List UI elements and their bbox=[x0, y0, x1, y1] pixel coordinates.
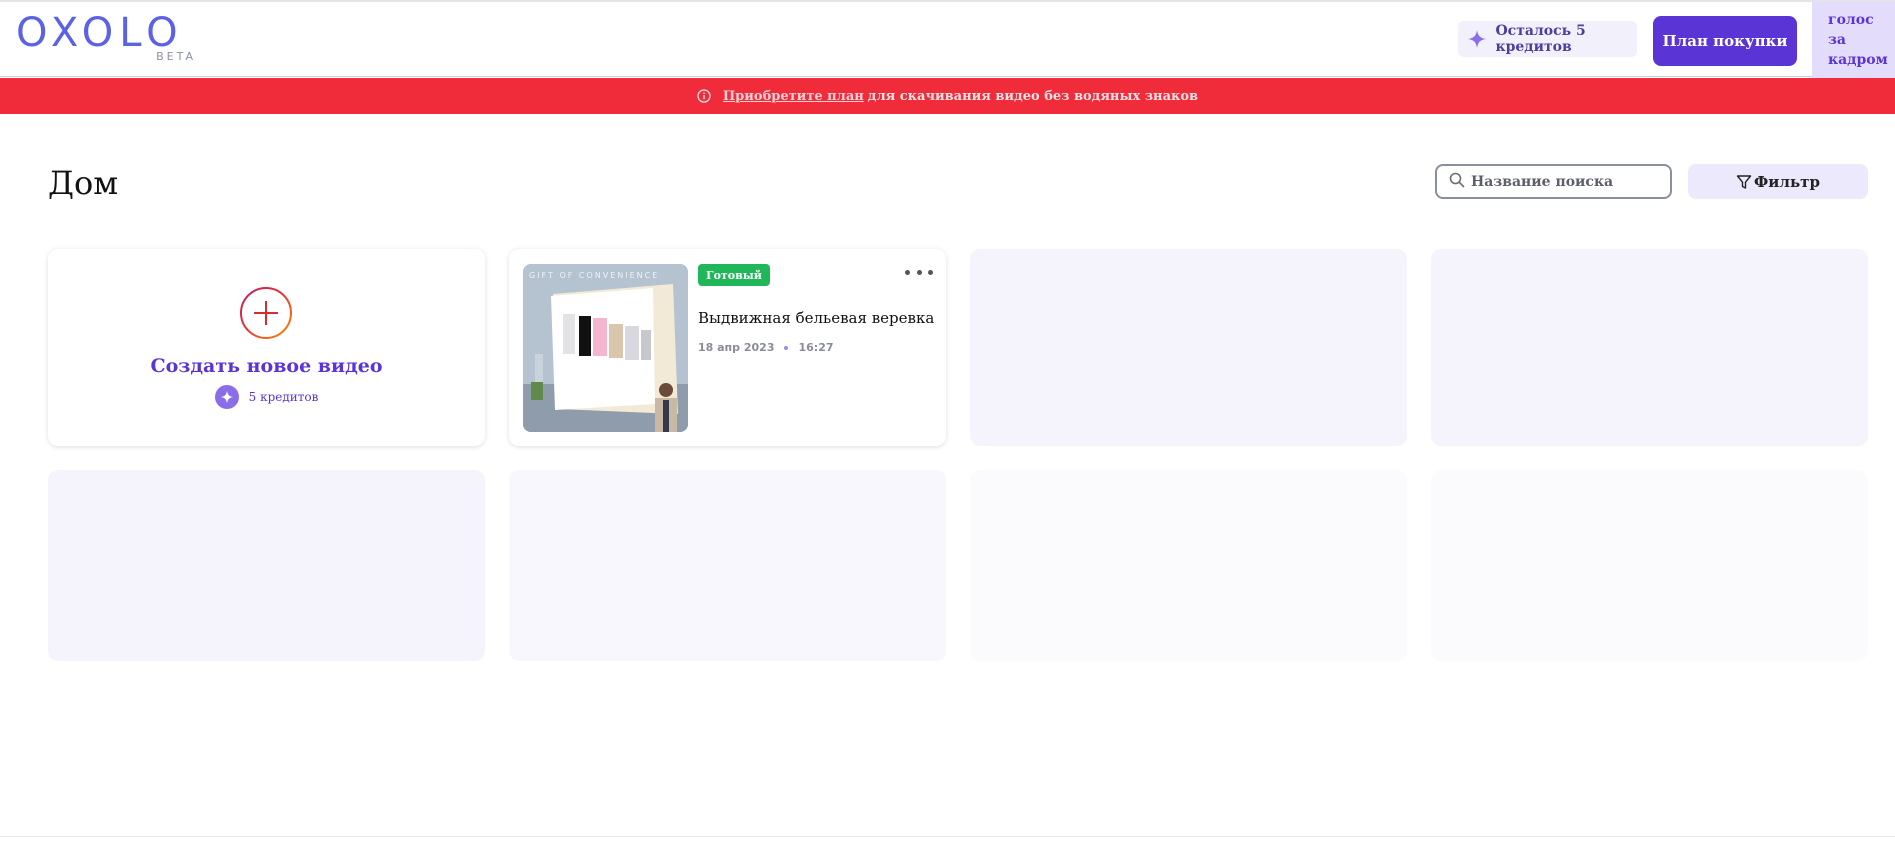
placeholder-card bbox=[1431, 470, 1868, 661]
voice-over-tab[interactable]: голос за кадром bbox=[1812, 2, 1895, 84]
app-header: OXOLO BETA Осталось 5 кредитов План поку… bbox=[0, 2, 1895, 77]
sparkle-icon bbox=[214, 385, 239, 409]
search-input[interactable] bbox=[1471, 173, 1651, 190]
buy-plan-button[interactable]: План покупки bbox=[1653, 16, 1797, 66]
alert-message: для скачивания видео без водяных знаков bbox=[867, 88, 1199, 104]
search-box[interactable] bbox=[1435, 164, 1672, 199]
video-meta: 18 апр 2023 16:27 bbox=[698, 341, 834, 354]
video-title[interactable]: Выдвижная бельевая веревка bbox=[698, 309, 934, 327]
buy-plan-link[interactable]: Приобретите план bbox=[723, 89, 864, 104]
video-thumbnail[interactable]: GIFT OF CONVENIENCE bbox=[523, 264, 688, 432]
credits-cost: 5 кредитов bbox=[248, 390, 319, 404]
credits-label: Осталось 5 кредитов bbox=[1495, 23, 1586, 55]
search-icon bbox=[1449, 172, 1465, 192]
watermark-alert-bar: Приобретите план для скачивания видео бе… bbox=[0, 78, 1895, 114]
filter-button[interactable]: Фильтр bbox=[1688, 164, 1868, 199]
placeholder-card bbox=[970, 249, 1407, 446]
video-card[interactable]: GIFT OF CONVENIENCE Готовый Выдвижная бе… bbox=[509, 249, 946, 446]
meta-separator bbox=[784, 345, 789, 350]
sparkle-icon bbox=[1466, 26, 1487, 52]
create-video-cost: 5 кредитов bbox=[48, 385, 485, 409]
plus-icon bbox=[239, 286, 292, 339]
logo[interactable]: OXOLO BETA bbox=[16, 10, 198, 63]
video-date: 18 апр 2023 bbox=[698, 341, 775, 354]
filter-icon bbox=[1736, 174, 1752, 190]
page-title: Дом bbox=[48, 164, 119, 202]
create-video-title: Создать новое видео bbox=[150, 355, 383, 377]
credits-remaining: Осталось 5 кредитов bbox=[1458, 21, 1637, 57]
more-dots-icon[interactable] bbox=[905, 267, 933, 277]
placeholder-card bbox=[509, 470, 946, 661]
placeholder-card bbox=[1431, 249, 1868, 446]
status-badge: Готовый bbox=[698, 264, 770, 286]
create-video-card[interactable]: Создать новое видео 5 кредитов bbox=[48, 249, 485, 446]
filter-label: Фильтр bbox=[1754, 172, 1820, 191]
info-icon bbox=[697, 89, 711, 103]
video-time: 16:27 bbox=[798, 341, 834, 354]
thumbnail-caption: GIFT OF CONVENIENCE bbox=[529, 271, 659, 280]
placeholder-card bbox=[48, 470, 485, 661]
beta-badge: BETA bbox=[156, 50, 196, 63]
bottom-border bbox=[0, 836, 1895, 844]
placeholder-card bbox=[970, 470, 1407, 661]
